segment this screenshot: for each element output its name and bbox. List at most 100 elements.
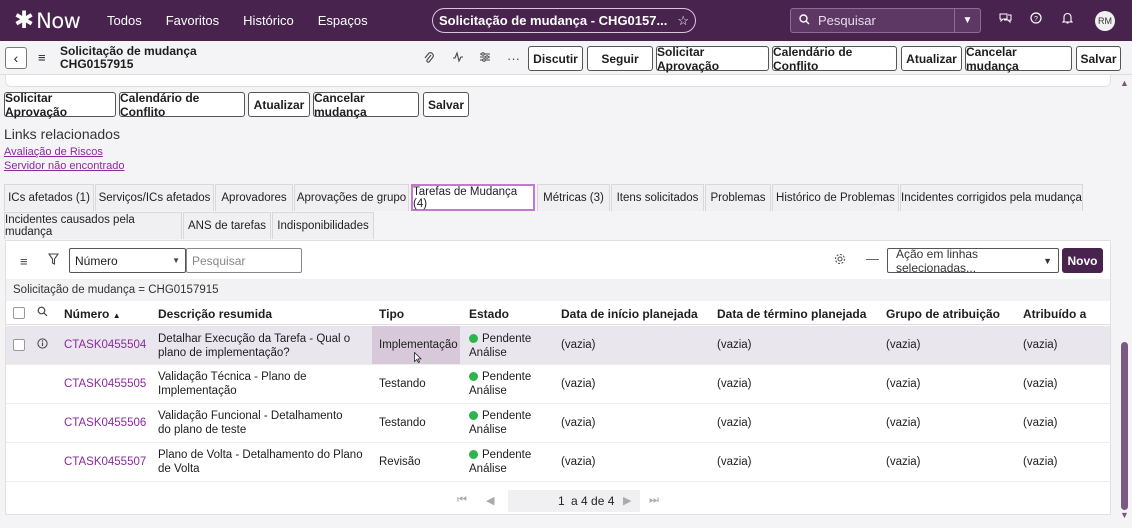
link-servidor-nao-encontrado[interactable]: Servidor não encontrado: [4, 160, 124, 172]
page-current-input[interactable]: 1: [558, 494, 565, 508]
record-header: ‹ ≡ Solicitação de mudança CHG0157915 ··…: [0, 41, 1132, 75]
table-row[interactable]: CTASK0455504 Detalhar Execução da Tarefa…: [6, 326, 1110, 365]
col-data-termino[interactable]: Data de término planejada: [717, 307, 866, 321]
tab-tarefas-mudanca[interactable]: Tarefas de Mudança (4): [411, 184, 535, 211]
tab-aprovadores[interactable]: Aprovadores: [215, 184, 293, 211]
task-number-link[interactable]: CTASK0455505: [64, 378, 146, 390]
last-page-icon[interactable]: ⏭: [649, 494, 659, 507]
col-atribuido-a[interactable]: Atribuído a: [1023, 307, 1086, 321]
salvar-button[interactable]: Salvar: [423, 92, 469, 117]
solicitar-aprovacao-button[interactable]: Solicitar Aprovação: [4, 91, 116, 119]
tab-incidentes-corrigidos[interactable]: Incidentes corrigidos pela mudança: [900, 184, 1083, 211]
cancelar-mudanca-header-button[interactable]: Cancelar mudança: [965, 45, 1072, 73]
tab-ics-afetados[interactable]: ICs afetados (1): [4, 184, 94, 211]
task-number-link[interactable]: CTASK0455506: [64, 417, 146, 429]
col-tipo[interactable]: Tipo: [379, 307, 404, 321]
task-state-label: Pendente Análise: [469, 410, 532, 436]
filter-icon[interactable]: [47, 253, 60, 268]
paperclip-icon[interactable]: [423, 51, 434, 67]
scroll-down-icon[interactable]: ▼: [1120, 510, 1129, 520]
list-breadcrumb[interactable]: Solicitação de mudança = CHG0157915: [6, 279, 1110, 301]
help-icon[interactable]: ?: [1030, 12, 1042, 27]
tab-itens-solicitados[interactable]: Itens solicitados: [611, 184, 704, 211]
scroll-up-icon[interactable]: ▲: [1120, 78, 1129, 88]
atualizar-header-button[interactable]: Atualizar: [901, 46, 962, 71]
search-column-icon[interactable]: [37, 306, 48, 320]
col-grupo-atribuicao[interactable]: Grupo de atribuição: [886, 307, 1000, 321]
nav-link-todos[interactable]: Todos: [107, 13, 142, 28]
assignment-group: (vazia): [886, 417, 921, 429]
action-selected-rows-select[interactable]: Ação em linhas selecionadas... ▼: [887, 247, 1059, 275]
col-estado[interactable]: Estado: [469, 307, 509, 321]
prev-page-icon[interactable]: ◀: [486, 494, 494, 507]
tab-aprovacoes-grupo[interactable]: Aprovações de grupo: [294, 184, 409, 211]
link-avaliacao-riscos[interactable]: Avaliação de Riscos: [4, 146, 103, 158]
col-data-inicio[interactable]: Data de início planejada: [561, 307, 698, 321]
end-date: (vazia): [717, 456, 752, 468]
tab-indisponibilidades[interactable]: Indisponibilidades: [272, 212, 374, 239]
table-row[interactable]: CTASK0455505 Validação Técnica - Plano d…: [6, 365, 1110, 404]
global-search[interactable]: Pesquisar ▼: [790, 8, 981, 33]
salvar-header-button[interactable]: Salvar: [1076, 46, 1121, 71]
user-avatar[interactable]: RM: [1095, 11, 1115, 31]
assigned-to: (vazia): [1023, 456, 1058, 468]
notifications-bell-icon[interactable]: [1061, 12, 1074, 27]
gear-icon[interactable]: [834, 253, 846, 268]
task-state: Pendente Análise: [469, 409, 549, 437]
logo[interactable]: ✱ Now: [14, 8, 92, 33]
row-checkbox[interactable]: [13, 339, 25, 351]
status-dot-icon: [469, 450, 478, 459]
end-date: (vazia): [717, 339, 752, 351]
next-page-icon[interactable]: ▶: [623, 494, 631, 507]
tab-incidentes-causados[interactable]: Incidentes causados pela mudança: [4, 212, 182, 239]
activity-icon[interactable]: [452, 51, 464, 66]
select-all-checkbox[interactable]: [13, 307, 25, 319]
search-icon: [799, 13, 810, 28]
atualizar-button[interactable]: Atualizar: [248, 92, 310, 117]
first-page-icon[interactable]: ⏮: [457, 494, 467, 507]
new-button[interactable]: Novo: [1062, 248, 1103, 273]
col-numero[interactable]: Número ▲: [64, 307, 121, 321]
chat-icon[interactable]: [999, 12, 1012, 27]
nav-link-favoritos[interactable]: Favoritos: [166, 13, 219, 28]
discutir-button[interactable]: Discutir: [528, 46, 583, 71]
more-options-icon[interactable]: ···: [507, 51, 520, 66]
favorite-star-icon[interactable]: ☆: [677, 13, 689, 29]
solicitar-aprovacao-header-button[interactable]: Solicitar Aprovação: [656, 45, 769, 73]
form-menu-icon[interactable]: ≡: [38, 50, 46, 65]
cancelar-mudanca-button[interactable]: Cancelar mudança: [313, 91, 419, 119]
page-range-text: a 4 de 4: [571, 494, 615, 508]
tab-servicos-ics-afetados[interactable]: Serviços/ICs afetados: [95, 184, 214, 211]
mouse-cursor-icon: [414, 351, 422, 366]
search-scope-dropdown-icon[interactable]: ▼: [954, 9, 980, 32]
back-button[interactable]: ‹: [5, 47, 27, 69]
global-search-input[interactable]: Pesquisar: [818, 13, 876, 28]
nav-link-espacos[interactable]: Espaços: [318, 13, 368, 28]
col-descricao[interactable]: Descrição resumida: [158, 307, 272, 321]
assigned-to: (vazia): [1023, 417, 1058, 429]
calendario-conflito-button[interactable]: Calendário de Conflito: [119, 91, 245, 119]
table-row[interactable]: CTASK0455506 Validação Funcional - Detal…: [6, 404, 1110, 443]
current-record-pill[interactable]: Solicitação de mudança - CHG0157... ☆: [432, 8, 696, 33]
change-tasks-list: ≡ Número ▼ Pesquisar — Ação em linhas se…: [5, 240, 1111, 515]
search-field-select[interactable]: Número ▼: [69, 248, 186, 273]
list-search-input[interactable]: Pesquisar: [186, 248, 302, 273]
task-number-link[interactable]: CTASK0455504: [64, 339, 146, 351]
tab-metricas[interactable]: Métricas (3): [537, 184, 610, 211]
scrollbar-thumb[interactable]: [1121, 342, 1128, 510]
tab-problemas[interactable]: Problemas: [705, 184, 771, 211]
nav-link-historico[interactable]: Histórico: [243, 13, 294, 28]
collapse-icon[interactable]: —: [866, 251, 879, 266]
table-row[interactable]: CTASK0455507 Plano de Volta - Detalhamen…: [6, 443, 1110, 482]
task-type: Testando: [379, 417, 426, 429]
list-menu-icon[interactable]: ≡: [20, 254, 28, 269]
settings-sliders-icon[interactable]: [479, 51, 491, 66]
seguir-button[interactable]: Seguir: [587, 46, 653, 71]
task-number-link[interactable]: CTASK0455507: [64, 456, 146, 468]
tab-historico-problemas[interactable]: Histórico de Problemas: [772, 184, 899, 211]
chevron-left-icon: ‹: [13, 50, 19, 66]
start-date: (vazia): [561, 456, 596, 468]
tab-ans-tarefas[interactable]: ANS de tarefas: [183, 212, 271, 239]
info-icon[interactable]: [37, 338, 48, 352]
calendario-conflito-header-button[interactable]: Calendário de Conflito: [772, 45, 897, 73]
